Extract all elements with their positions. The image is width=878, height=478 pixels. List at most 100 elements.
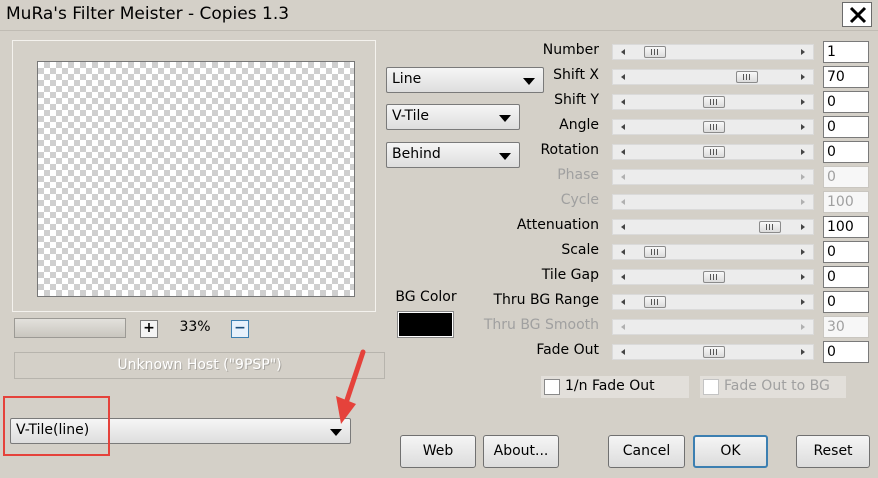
- slider-right-arrow-icon[interactable]: [801, 249, 805, 255]
- slider-right-arrow-icon[interactable]: [801, 124, 805, 130]
- slider-right-arrow-icon[interactable]: [801, 174, 805, 180]
- param-slider[interactable]: [612, 294, 814, 310]
- slider-thumb[interactable]: [643, 246, 666, 258]
- slider-thumb[interactable]: [703, 121, 725, 133]
- title-bar: MuRa's Filter Meister - Copies 1.3: [0, 0, 878, 31]
- slider-left-arrow-icon[interactable]: [621, 274, 625, 280]
- close-icon: [849, 6, 867, 24]
- param-value-input[interactable]: 0: [823, 116, 869, 138]
- slider-thumb[interactable]: [759, 221, 782, 233]
- slider-thumb[interactable]: [643, 46, 666, 58]
- slider-left-arrow-icon[interactable]: [621, 124, 625, 130]
- param-slider[interactable]: [612, 269, 814, 285]
- slider-left-arrow-icon[interactable]: [621, 174, 625, 180]
- slider-right-arrow-icon[interactable]: [801, 149, 805, 155]
- slider-right-arrow-icon[interactable]: [801, 199, 805, 205]
- ok-button[interactable]: OK: [693, 435, 768, 468]
- preview-panel: [12, 40, 376, 312]
- slider-left-arrow-icon[interactable]: [621, 324, 625, 330]
- param-label: Rotation: [540, 142, 599, 158]
- param-value-input[interactable]: 0: [823, 141, 869, 163]
- checkbox-box[interactable]: [703, 379, 719, 395]
- param-label: Number: [542, 42, 599, 58]
- slider-left-arrow-icon[interactable]: [621, 299, 625, 305]
- progress-bar: [14, 318, 126, 338]
- param-value-input[interactable]: 100: [823, 216, 869, 238]
- param-value-input[interactable]: 70: [823, 66, 869, 88]
- slider-right-arrow-icon[interactable]: [801, 324, 805, 330]
- slider-right-arrow-icon[interactable]: [801, 274, 805, 280]
- param-value-input[interactable]: 0: [823, 266, 869, 288]
- slider-left-arrow-icon[interactable]: [621, 99, 625, 105]
- fade-out-to-bg-checkbox[interactable]: Fade Out to BG: [700, 376, 846, 398]
- slider-right-arrow-icon[interactable]: [801, 99, 805, 105]
- slider-right-arrow-icon[interactable]: [801, 349, 805, 355]
- param-label: Attenuation: [516, 217, 599, 233]
- slider-thumb[interactable]: [703, 96, 725, 108]
- slider-left-arrow-icon[interactable]: [621, 74, 625, 80]
- param-slider[interactable]: [612, 319, 814, 335]
- param-slider[interactable]: [612, 69, 814, 85]
- param-label: Angle: [559, 117, 599, 133]
- slider-left-arrow-icon[interactable]: [621, 199, 625, 205]
- slider-thumb[interactable]: [703, 146, 725, 158]
- param-slider[interactable]: [612, 144, 814, 160]
- param-slider[interactable]: [612, 219, 814, 235]
- zoom-out-button[interactable]: −: [231, 320, 249, 338]
- param-label: Fade Out: [536, 342, 599, 358]
- cancel-button[interactable]: Cancel: [608, 435, 685, 468]
- param-value-input[interactable]: 0: [823, 291, 869, 313]
- slider-right-arrow-icon[interactable]: [801, 299, 805, 305]
- one-n-fade-out-checkbox[interactable]: 1/n Fade Out: [541, 376, 689, 398]
- slider-left-arrow-icon[interactable]: [621, 149, 625, 155]
- param-value-input[interactable]: 0: [823, 91, 869, 113]
- param-label: Tile Gap: [541, 267, 599, 283]
- bg-color-swatch[interactable]: [398, 312, 453, 337]
- highlight-box: [3, 396, 110, 456]
- param-slider[interactable]: [612, 94, 814, 110]
- param-slider[interactable]: [612, 344, 814, 360]
- slider-right-arrow-icon[interactable]: [801, 49, 805, 55]
- web-button[interactable]: Web: [400, 435, 476, 468]
- arrow-annotation-icon: [336, 349, 366, 424]
- slider-left-arrow-icon[interactable]: [621, 49, 625, 55]
- param-label: Thru BG Smooth: [483, 317, 599, 333]
- param-value-input[interactable]: 0: [823, 341, 869, 363]
- param-label: Phase: [557, 167, 599, 183]
- preview-canvas[interactable]: [37, 61, 355, 297]
- param-value-input[interactable]: 100: [823, 191, 869, 213]
- param-label: Shift Y: [554, 92, 599, 108]
- bg-color-label: BG Color: [395, 289, 457, 305]
- param-value-input[interactable]: 0: [823, 241, 869, 263]
- slider-thumb[interactable]: [703, 346, 725, 358]
- reset-button[interactable]: Reset: [796, 435, 870, 468]
- slider-thumb[interactable]: [735, 71, 758, 83]
- slider-thumb[interactable]: [643, 296, 666, 308]
- about-button[interactable]: About...: [483, 435, 559, 468]
- param-label: Thru BG Range: [493, 292, 599, 308]
- zoom-in-button[interactable]: +: [140, 320, 158, 338]
- slider-left-arrow-icon[interactable]: [621, 224, 625, 230]
- param-value-input[interactable]: 0: [823, 166, 869, 188]
- checkbox-label: 1/n Fade Out: [565, 378, 655, 394]
- param-value-input[interactable]: 1: [823, 41, 869, 63]
- checkbox-box[interactable]: [544, 379, 560, 395]
- param-slider[interactable]: [612, 119, 814, 135]
- mode-dropdown-value: Line: [392, 71, 422, 87]
- slider-thumb[interactable]: [703, 271, 725, 283]
- slider-left-arrow-icon[interactable]: [621, 349, 625, 355]
- param-value-input[interactable]: 30: [823, 316, 869, 338]
- host-text: Unknown Host ("9PSP"): [117, 357, 282, 373]
- slider-right-arrow-icon[interactable]: [801, 224, 805, 230]
- param-slider[interactable]: [612, 169, 814, 185]
- close-button[interactable]: [842, 2, 872, 27]
- placement-dropdown-value: Behind: [392, 146, 441, 162]
- param-slider[interactable]: [612, 244, 814, 260]
- zoom-level: 33%: [179, 319, 211, 335]
- param-slider[interactable]: [612, 44, 814, 60]
- slider-left-arrow-icon[interactable]: [621, 249, 625, 255]
- slider-right-arrow-icon[interactable]: [801, 74, 805, 80]
- checkbox-label: Fade Out to BG: [724, 378, 830, 394]
- chevron-down-icon: [330, 429, 342, 436]
- param-slider[interactable]: [612, 194, 814, 210]
